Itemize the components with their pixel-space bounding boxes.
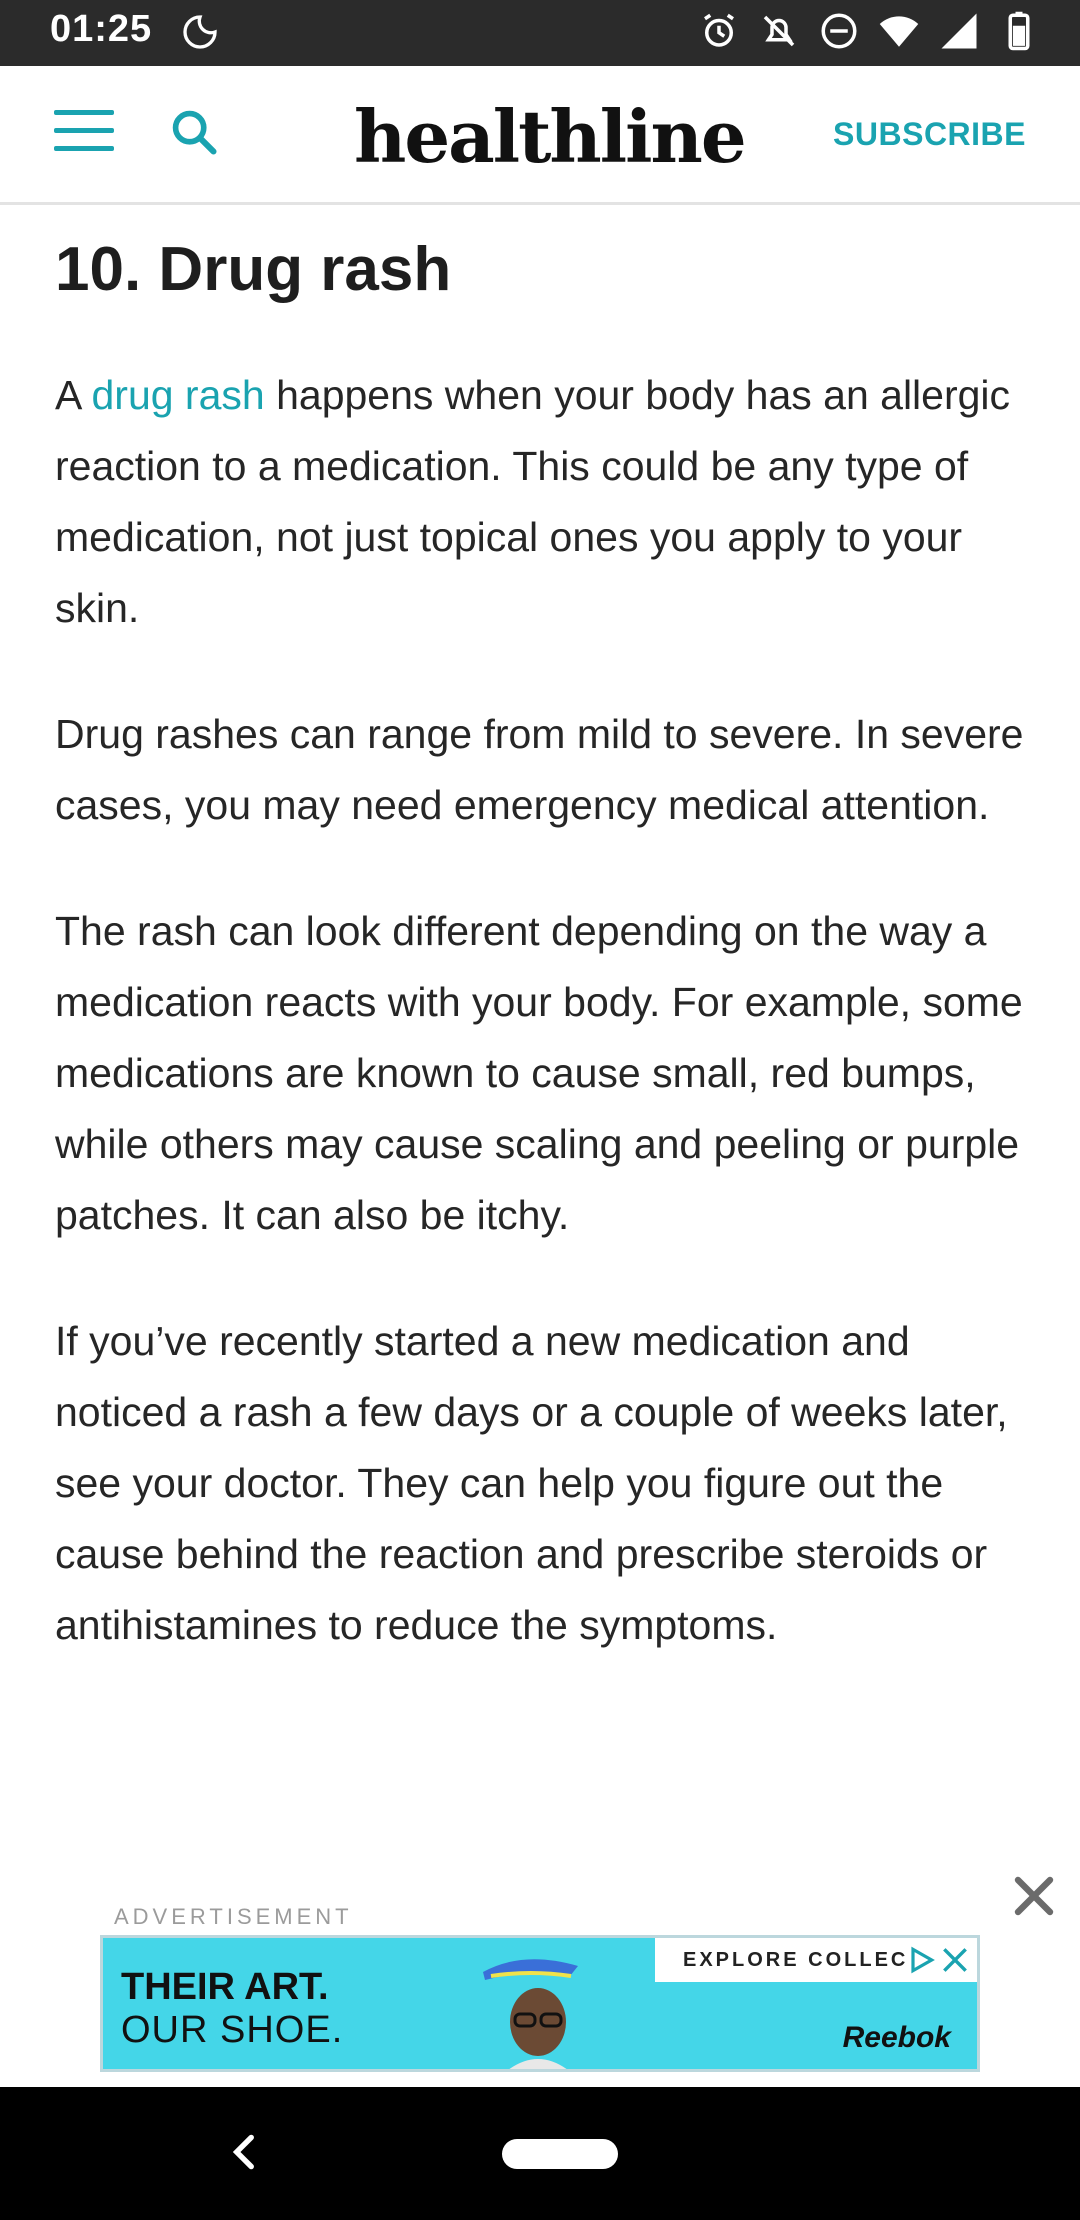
status-bar: 01:25 [0,0,1080,66]
paragraph-3: The rash can look different depending on… [55,908,1023,1238]
article-body: 10. Drug rash A drug rash happens when y… [55,220,1025,1716]
status-time: 01:25 [50,8,153,50]
do-not-disturb-icon [821,13,857,49]
close-ad-icon[interactable] [1010,1872,1058,1920]
notifications-off-icon [763,15,795,47]
hamburger-icon [54,110,114,115]
paragraph-1: A drug rash happens when your body has a… [55,372,1011,631]
battery-icon [1008,11,1030,51]
menu-button[interactable] [54,110,114,156]
ad-banner[interactable]: THEIR ART. OUR SHOE. EXPLORE COLLEC Reeb… [100,1935,980,2072]
bedtime-icon [183,15,217,49]
wifi-icon [879,16,919,47]
ad-brand-logo: Reebok [842,2021,951,2054]
drug-rash-link[interactable]: drug rash [91,372,264,418]
adchoices-icon[interactable] [905,1944,937,1976]
site-header: healthline SUBSCRIBE [0,66,1080,205]
healthline-logo[interactable]: healthline [354,94,747,179]
paragraph-4: If you’ve recently started a new medicat… [55,1318,1008,1648]
signal-icon [941,13,977,49]
ad-headline: THEIR ART. OUR SHOE. [121,1966,344,2051]
alarm-icon [704,13,734,47]
advertisement-label: ADVERTISEMENT [114,1904,353,1929]
back-icon[interactable] [220,2127,270,2177]
search-icon[interactable] [168,106,220,158]
home-pill[interactable] [502,2139,618,2169]
status-icons [698,10,1040,52]
system-nav-bar [0,2087,1080,2220]
paragraph-2: Drug rashes can range from mild to sever… [55,711,1024,828]
ad-x-icon[interactable] [939,1944,971,1976]
ad-shoe-person-image [483,1959,578,2069]
subscribe-link[interactable]: SUBSCRIBE [833,116,1026,153]
section-heading: 10. Drug rash [55,235,452,304]
